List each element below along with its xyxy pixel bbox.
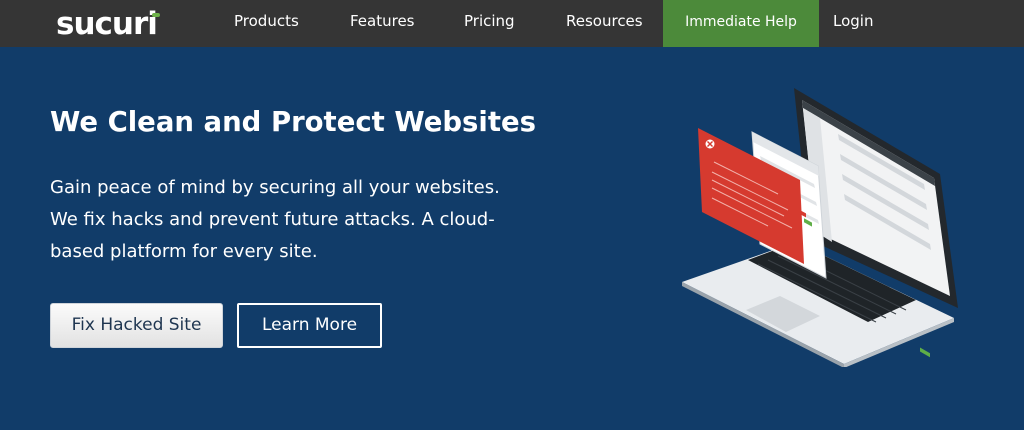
learn-more-button[interactable]: Learn More [237, 303, 382, 348]
red-alert-panel [698, 128, 804, 264]
hero-title: We Clean and Protect Websites [50, 106, 537, 138]
hero-subtitle: Gain peace of mind by securing all your … [50, 172, 520, 268]
logo-mark [152, 13, 160, 17]
screen-status-badge [920, 347, 930, 358]
nav-item-products[interactable]: Products [234, 0, 299, 47]
login-link[interactable]: Login [833, 0, 873, 47]
nav-item-resources[interactable]: Resources [566, 0, 643, 47]
nav-item-pricing[interactable]: Pricing [464, 0, 515, 47]
top-navbar: sucuri Products Features Pricing Resourc… [0, 0, 1024, 47]
sucuri-logo[interactable]: sucuri [56, 4, 160, 44]
logo-text: sucuri [56, 6, 158, 42]
hero-subtitle-line: Gain peace of mind by securing all your … [50, 177, 500, 198]
hero-subtitle-line: We fix hacks and prevent future attacks.… [50, 209, 495, 230]
nav-item-features[interactable]: Features [350, 0, 415, 47]
hero-subtitle-line: based platform for every site. [50, 241, 318, 262]
laptop-illustration [682, 88, 958, 367]
fix-hacked-site-button[interactable]: Fix Hacked Site [50, 303, 223, 348]
immediate-help-button[interactable]: Immediate Help [663, 0, 819, 47]
